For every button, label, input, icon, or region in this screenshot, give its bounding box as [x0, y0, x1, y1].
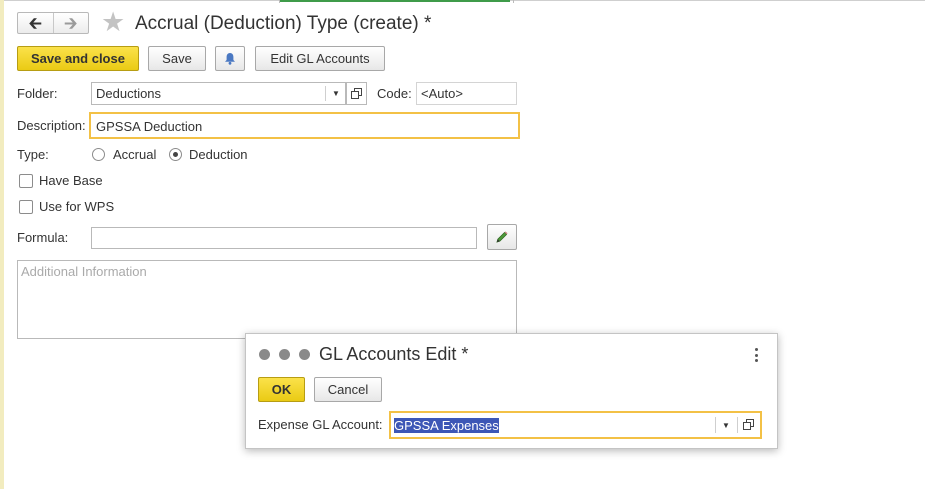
window-control-dot[interactable]: [279, 349, 290, 360]
active-tab-indicator[interactable]: [280, 0, 510, 2]
left-panel-strip: [0, 0, 4, 489]
page-title: Accrual (Deduction) Type (create) *: [135, 13, 432, 34]
edit-gl-accounts-button[interactable]: Edit GL Accounts: [255, 46, 385, 71]
edit-formula-button[interactable]: [487, 224, 517, 250]
bell-icon: [225, 53, 235, 65]
formula-input[interactable]: [91, 227, 477, 249]
description-label: Description:: [17, 118, 86, 133]
type-deduction-label[interactable]: Deduction: [189, 147, 248, 162]
use-for-wps-checkbox[interactable]: [19, 200, 33, 214]
type-deduction-radio[interactable]: [169, 148, 182, 161]
window-control-dot[interactable]: [299, 349, 310, 360]
chevron-down-icon[interactable]: ▼: [326, 83, 346, 104]
use-for-wps-label[interactable]: Use for WPS: [39, 199, 114, 214]
type-label: Type:: [17, 147, 49, 162]
additional-information-placeholder: Additional Information: [21, 264, 147, 279]
have-base-label[interactable]: Have Base: [39, 173, 103, 188]
code-label: Code:: [377, 86, 412, 101]
code-placeholder: <Auto>: [421, 86, 463, 101]
arrow-left-icon: 🡰: [28, 13, 43, 33]
ok-button[interactable]: OK: [258, 377, 305, 402]
forward-button[interactable]: 🡲: [52, 13, 89, 33]
description-input[interactable]: GPSSA Deduction: [89, 112, 520, 139]
folder-select[interactable]: Deductions ▼: [91, 82, 346, 105]
pencil-icon: [496, 231, 508, 243]
kebab-menu-icon[interactable]: [754, 348, 758, 362]
tab-separator: [513, 0, 514, 3]
star-icon[interactable]: ★: [101, 9, 125, 36]
expense-gl-account-select[interactable]: GPSSA Expenses ▼: [389, 411, 762, 439]
type-accrual-label[interactable]: Accrual: [113, 147, 156, 162]
window-control-dot[interactable]: [259, 349, 270, 360]
chevron-down-icon[interactable]: ▼: [716, 413, 736, 437]
have-base-checkbox[interactable]: [19, 174, 33, 188]
dialog-title: GL Accounts Edit *: [319, 344, 469, 364]
description-value: GPSSA Deduction: [96, 119, 203, 134]
open-window-icon: [743, 419, 754, 430]
back-button[interactable]: 🡰: [18, 13, 53, 33]
folder-label: Folder:: [17, 86, 58, 101]
code-input[interactable]: <Auto>: [416, 82, 517, 105]
arrow-right-icon: 🡲: [63, 13, 78, 33]
type-accrual-radio[interactable]: [92, 148, 105, 161]
navigation-buttons: 🡰 🡲: [17, 12, 89, 34]
gl-accounts-edit-dialog: GL Accounts Edit * OK Cancel Expense GL …: [245, 333, 778, 449]
expense-gl-account-value: GPSSA Expenses: [394, 418, 499, 433]
save-and-close-button[interactable]: Save and close: [17, 46, 139, 71]
cancel-button[interactable]: Cancel: [314, 377, 382, 402]
folder-open-button[interactable]: [346, 82, 367, 105]
open-window-icon: [351, 88, 362, 99]
folder-value: Deductions: [96, 86, 162, 101]
save-button[interactable]: Save: [148, 46, 206, 71]
notification-button[interactable]: [215, 46, 245, 71]
expense-gl-account-label: Expense GL Account:: [258, 417, 383, 432]
additional-information-textarea[interactable]: Additional Information: [17, 260, 517, 339]
expense-open-button[interactable]: [738, 413, 760, 437]
formula-label: Formula:: [17, 230, 69, 245]
